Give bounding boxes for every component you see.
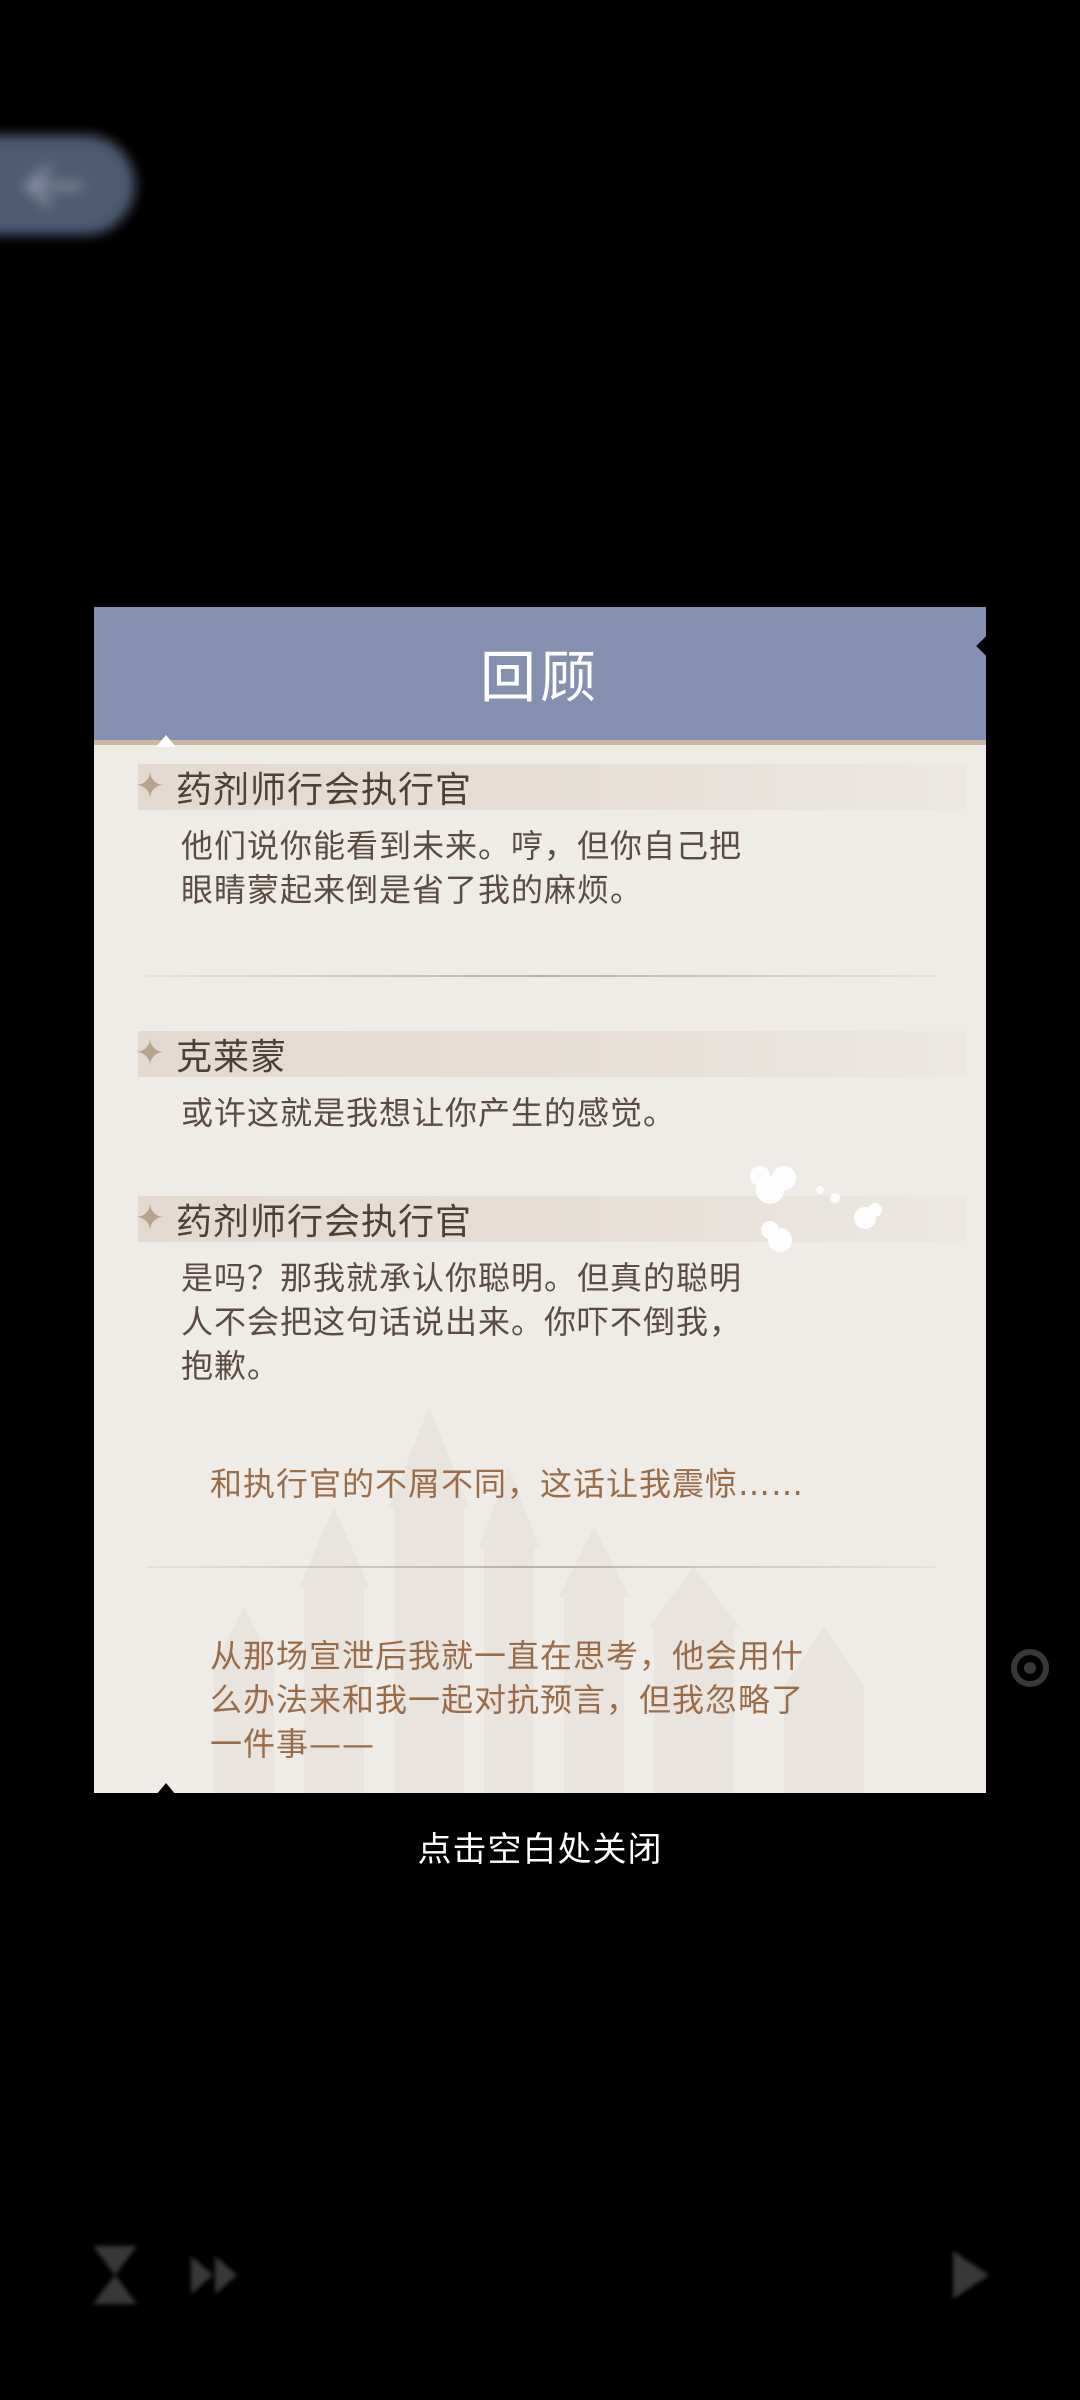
screen[interactable]: 回顾 ✦ 药剂师行会执行官 他们说你能看到未来。哼，但你自己把 眼睛蒙起来倒是省… <box>0 0 1080 2400</box>
play-icon[interactable] <box>945 2245 995 2305</box>
dialogue-text-line: 他们说你能看到未来。哼，但你自己把 <box>181 827 743 865</box>
narration-text: 和执行官的不屑不同，这话让我震惊…… <box>210 1465 805 1503</box>
dialogue-entry: ✦ 克莱蒙 或许这就是我想让你产生的感觉。 <box>94 1031 986 1135</box>
dialogue-text-line: 是吗？那我就承认你聪明。但真的聪明 <box>181 1259 743 1297</box>
narration-line: 从那场宣泄后我就一直在思考，他会用什 <box>210 1637 805 1675</box>
dialogue-text-line: 眼睛蒙起来倒是省了我的麻烦。 <box>181 871 644 909</box>
dialogue-text-line: 抱歉。 <box>181 1347 281 1385</box>
sparkle-star-icon: ✦ <box>134 1198 166 1239</box>
corner-decoration <box>156 735 176 747</box>
close-hint[interactable]: 点击空白处关闭 <box>0 1822 1080 1871</box>
dialogue-text: 他们说你能看到未来。哼，但你自己把 眼睛蒙起来倒是省了我的麻烦。 <box>181 824 821 912</box>
divider <box>146 1566 936 1568</box>
dialogue-entry: ✦ 药剂师行会执行官 他们说你能看到未来。哼，但你自己把 眼睛蒙起来倒是省了我的… <box>94 764 986 912</box>
dialog-header: 回顾 <box>94 607 986 745</box>
dialogue-text: 或许这就是我想让你产生的感觉。 <box>181 1091 821 1135</box>
back-button[interactable] <box>0 135 135 235</box>
header-notch <box>976 633 986 659</box>
dialogue-text-line: 或许这就是我想让你产生的感觉。 <box>181 1094 677 1132</box>
speaker-name: 药剂师行会执行官 <box>176 1202 473 1243</box>
hourglass-icon[interactable] <box>85 2240 145 2310</box>
back-arrow-icon <box>23 164 82 208</box>
dialog-title: 回顾 <box>480 646 600 711</box>
sparkle-star-icon: ✦ <box>134 766 166 807</box>
speaker-bar: ✦ 克莱蒙 <box>135 1031 966 1078</box>
dialogue-text-line: 人不会把这句话说出来。你吓不倒我， <box>181 1303 743 1341</box>
speaker-bar: ✦ 药剂师行会执行官 <box>135 764 966 811</box>
narration-line: 一件事—— <box>210 1725 376 1763</box>
settings-gear-icon[interactable] <box>1002 1640 1058 1696</box>
petal-decoration-icon <box>750 1166 882 1252</box>
sparkle-star-icon: ✦ <box>134 1033 166 1074</box>
corner-decoration <box>156 1783 176 1793</box>
speaker-name: 药剂师行会执行官 <box>176 770 473 811</box>
dialogue-text: 是吗？那我就承认你聪明。但真的聪明 人不会把这句话说出来。你吓不倒我， 抱歉。 <box>181 1256 821 1388</box>
skip-icon[interactable] <box>185 2250 245 2300</box>
narration-line: 么办法来和我一起对抗预言，但我忽略了 <box>210 1681 805 1719</box>
speaker-name: 克莱蒙 <box>176 1037 288 1078</box>
divider <box>146 975 936 977</box>
narration-text: 从那场宣泄后我就一直在思考，他会用什 么办法来和我一起对抗预言，但我忽略了 一件… <box>210 1634 870 1766</box>
